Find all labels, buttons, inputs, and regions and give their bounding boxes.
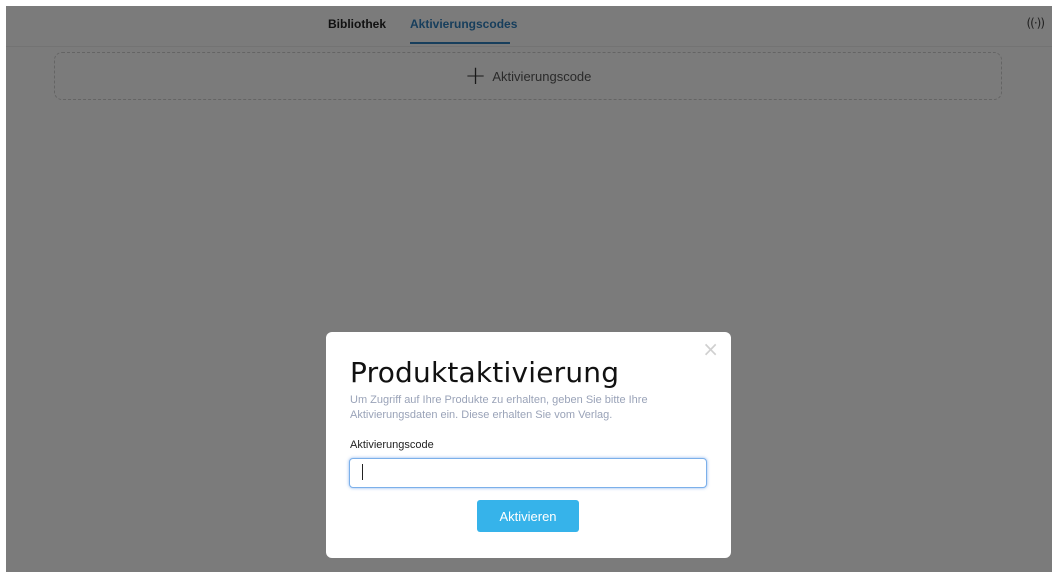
activation-code-label: Aktivierungscode: [350, 439, 434, 451]
activate-button[interactable]: Aktivieren: [477, 500, 579, 532]
product-activation-dialog: × Produktaktivierung Um Zugriff auf Ihre…: [326, 332, 731, 558]
dialog-title: Produktaktivierung: [350, 356, 620, 389]
close-icon[interactable]: ×: [702, 339, 719, 359]
activation-code-input[interactable]: [349, 458, 707, 488]
text-caret: [362, 464, 363, 480]
dialog-description: Um Zugriff auf Ihre Produkte zu erhalten…: [350, 394, 648, 421]
